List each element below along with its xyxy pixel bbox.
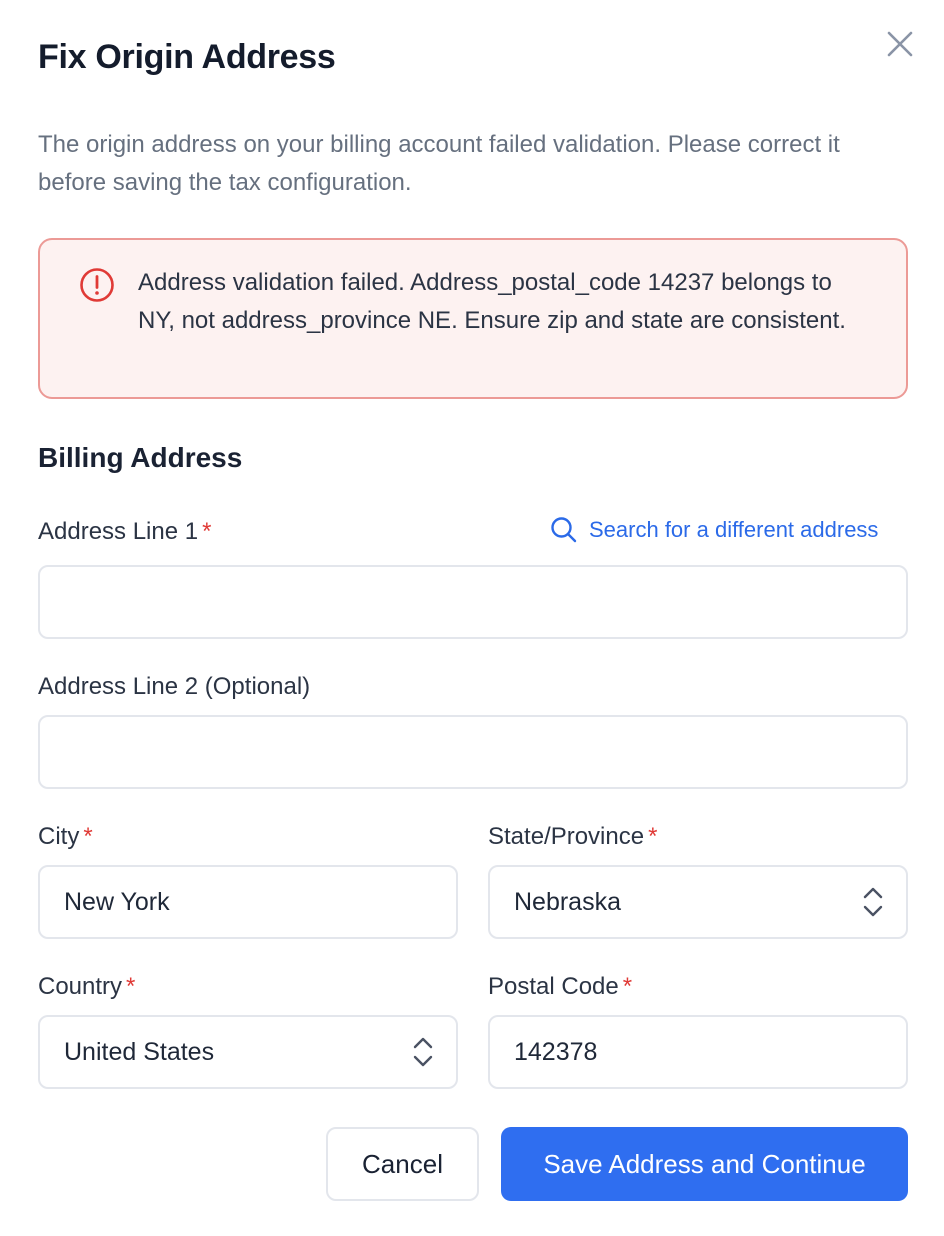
validation-error-alert: Address validation failed. Address_posta… — [38, 238, 908, 399]
address-line-1-label: Address Line 1 * — [38, 518, 211, 546]
required-asterisk: * — [648, 823, 658, 850]
billing-address-heading: Billing Address — [38, 442, 243, 473]
address-line-1-label-text: Address Line 1 — [38, 518, 199, 545]
country-select[interactable]: United States — [38, 1015, 458, 1089]
postal-code-value: 142378 — [514, 1038, 598, 1066]
city-label: City * — [38, 823, 93, 851]
required-asterisk: * — [622, 973, 633, 1000]
country-label: Country * — [38, 973, 135, 1001]
search-different-address-link[interactable]: Search for a different address — [550, 516, 878, 543]
alert-circle-icon — [80, 268, 114, 302]
state-province-value: Nebraska — [514, 888, 621, 916]
select-arrows-icon — [413, 1037, 433, 1067]
address-line-1-input[interactable] — [38, 565, 908, 639]
city-label-text: City — [38, 823, 80, 850]
state-province-label: State/Province * — [488, 823, 657, 851]
required-asterisk: * — [202, 518, 212, 545]
postal-code-input[interactable]: 142378 — [488, 1015, 908, 1089]
required-asterisk: * — [83, 823, 93, 850]
state-province-label-text: State/Province — [488, 823, 645, 850]
address-line-2-label: Address Line 2 (Optional) — [38, 673, 311, 700]
dialog-title: Fix Origin Address — [38, 38, 336, 76]
cancel-button[interactable]: Cancel — [326, 1127, 479, 1201]
address-line-2-input[interactable] — [38, 715, 908, 789]
search-icon — [551, 517, 577, 543]
city-input[interactable]: New York — [38, 865, 458, 939]
save-address-button[interactable]: Save Address and Continue — [501, 1127, 908, 1201]
postal-code-label-text: Postal Code — [488, 973, 619, 1000]
fix-origin-address-dialog: Fix Origin Address The origin address on… — [0, 0, 944, 1236]
state-province-select[interactable]: Nebraska — [488, 865, 908, 939]
alert-message: Address validation failed. Address_posta… — [138, 269, 846, 334]
search-link-label: Search for a different address — [589, 516, 879, 542]
postal-code-label: Postal Code * — [488, 973, 632, 1001]
dialog-description: The origin address on your billing accou… — [38, 131, 840, 196]
required-asterisk: * — [126, 973, 136, 1000]
city-value: New York — [64, 888, 170, 916]
close-button[interactable] — [882, 26, 918, 62]
country-value: United States — [64, 1038, 215, 1066]
close-icon — [887, 31, 913, 57]
country-label-text: Country — [38, 973, 123, 1000]
select-arrows-icon — [863, 887, 883, 917]
